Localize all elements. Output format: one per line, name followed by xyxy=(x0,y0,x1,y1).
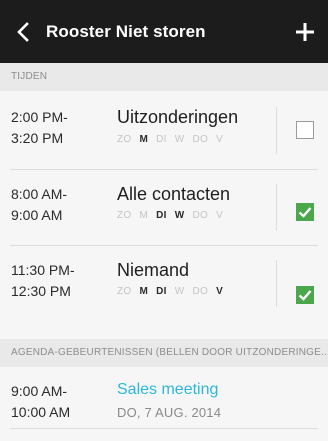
rule-start-time: 8:00 AM- xyxy=(11,186,68,202)
day-label: ZO xyxy=(117,286,132,297)
day-label: W xyxy=(174,210,185,221)
calendar-event-row[interactable]: 9:00 AM- 10:00 AM Sales meeting DO, 7 AU… xyxy=(0,367,328,429)
checkmark-icon xyxy=(298,207,312,218)
add-button[interactable] xyxy=(282,0,328,63)
rule-end-time: 12:30 PM xyxy=(11,283,71,299)
rule-days: ZO M DI W DO V xyxy=(117,286,231,297)
rule-days: ZO M DI W DO V xyxy=(117,134,231,145)
divider xyxy=(276,184,277,231)
day-label: W xyxy=(174,286,185,297)
day-label: V xyxy=(216,210,224,221)
divider xyxy=(276,107,277,154)
event-start-time: 9:00 AM- xyxy=(11,383,68,399)
schedule-rule-row[interactable]: 2:00 PM- 3:20 PM Uitzonderingen ZO M DI W DO… xyxy=(0,91,328,170)
rule-start-time: 2:00 PM- xyxy=(11,109,68,125)
schedule-rule-row[interactable]: 11:30 PM- 12:30 PM Niemand ZO M DI W DO V xyxy=(0,246,328,322)
day-label: DI xyxy=(156,286,167,297)
day-label: M xyxy=(139,286,149,297)
rule-name: Uitzonderingen xyxy=(117,107,239,127)
day-label: V xyxy=(216,134,224,145)
page-title: Rooster Niet storen xyxy=(46,21,206,41)
rule-time: 8:00 AM- 9:00 AM xyxy=(11,184,67,226)
rule-time: 11:30 PM- 12:30 PM xyxy=(11,260,75,302)
rule-checkbox[interactable] xyxy=(296,121,314,139)
day-label: DO xyxy=(192,210,209,221)
day-label: DI xyxy=(156,134,167,145)
event-title: Sales meeting xyxy=(117,381,219,398)
day-label: W xyxy=(174,134,185,145)
back-button[interactable] xyxy=(0,0,46,63)
day-label: DI xyxy=(156,210,167,221)
section-header-events: AGENDA-GEBEURTENISSEN (BELLEN DOOR UITZO… xyxy=(0,339,328,367)
day-label: V xyxy=(216,286,224,297)
event-time: 9:00 AM- 10:00 AM xyxy=(11,381,70,423)
day-label: DO xyxy=(192,286,209,297)
plus-icon xyxy=(296,22,314,41)
day-label: M xyxy=(139,210,149,221)
rule-start-time: 11:30 PM- xyxy=(11,262,75,278)
section-header-times: TIJDEN xyxy=(0,63,328,91)
day-label: M xyxy=(139,134,149,145)
rule-name: Niemand xyxy=(117,260,190,280)
checkmark-icon xyxy=(298,290,312,301)
day-label: DO xyxy=(192,134,209,145)
schedule-rule-row[interactable]: 8:00 AM- 9:00 AM Alle contacten ZO M DI W DO… xyxy=(0,170,328,246)
event-date: DO, 7 AUG. 2014 xyxy=(117,405,222,420)
day-label: ZO xyxy=(117,210,132,221)
chevron-left-icon xyxy=(17,21,29,42)
rule-checkbox[interactable] xyxy=(296,286,314,304)
app-bar: Rooster Niet storen xyxy=(0,0,328,63)
rule-time: 2:00 PM- 3:20 PM xyxy=(11,107,68,149)
divider xyxy=(10,428,318,429)
rule-end-time: 3:20 PM xyxy=(11,130,64,146)
rule-days: ZO M DI W DO V xyxy=(117,210,231,221)
rule-checkbox[interactable] xyxy=(296,203,314,221)
event-end-time: 10:00 AM xyxy=(11,404,71,420)
divider xyxy=(276,260,277,307)
rule-name: Alle contacten xyxy=(117,184,231,204)
day-label: ZO xyxy=(117,134,132,145)
rule-end-time: 9:00 AM xyxy=(11,207,63,223)
